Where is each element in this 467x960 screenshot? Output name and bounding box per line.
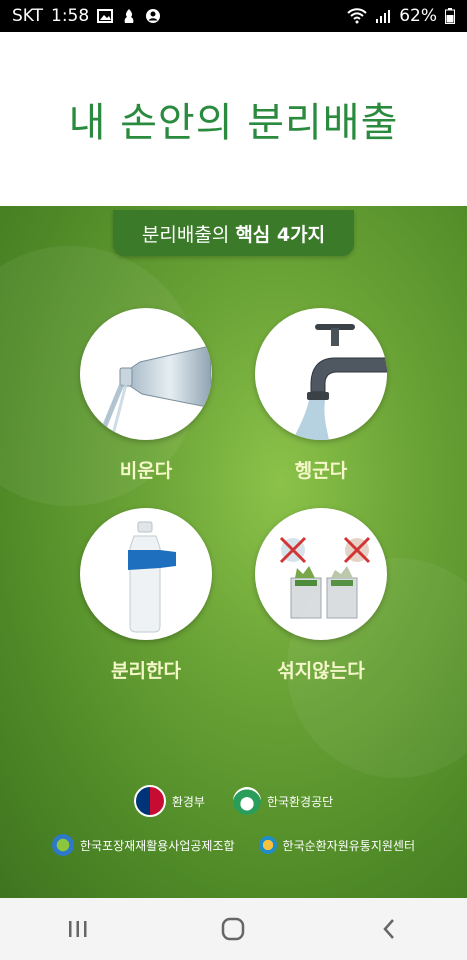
home-icon — [222, 917, 245, 941]
keco-icon — [232, 787, 261, 815]
main-panel: 분리배출의 핵심 4가지 비운다 헹군다 분리한다 섞지않는다 환경부 한국환경… — [0, 206, 467, 898]
logos-row-top: 환경부 한국환경공단 — [0, 785, 467, 817]
home-button[interactable] — [203, 909, 263, 949]
core-badge: 분리배출의 핵심 4가지 — [113, 210, 354, 256]
notification-icon — [121, 8, 137, 24]
carrier-text: SKT — [12, 6, 44, 26]
pouring-bottle-icon — [80, 308, 212, 440]
taegeuk-icon — [133, 785, 166, 817]
back-icon — [383, 919, 395, 939]
step-label: 섞지않는다 — [277, 660, 365, 682]
image-icon — [97, 9, 114, 23]
battery-text: 62% — [399, 6, 437, 26]
status-bar: SKT 1:58 62% — [0, 0, 467, 32]
step-label: 비운다 — [119, 460, 173, 482]
kora-logo: 한국순환자원유통지원센터 — [258, 836, 416, 854]
recent-apps-icon — [68, 921, 87, 937]
battery-icon — [445, 8, 455, 24]
kpra-icon — [51, 834, 74, 856]
header: 내 손안의 분리배출 — [0, 32, 467, 206]
step-separate[interactable]: 분리한다 — [79, 508, 213, 683]
recycle-bins-icon — [255, 508, 387, 640]
badge-prefix: 분리배출의 — [141, 223, 230, 246]
step-no-mix[interactable]: 섞지않는다 — [254, 508, 388, 683]
clock-text: 1:58 — [51, 6, 90, 26]
ministry-logo: 환경부 — [133, 785, 205, 817]
kora-icon — [258, 836, 277, 854]
nav-bar — [0, 898, 467, 960]
account-icon — [145, 8, 161, 24]
faucet-icon — [255, 308, 387, 440]
signal-icon — [375, 9, 391, 23]
kpra-logo: 한국포장재재활용사업공제조합 — [51, 834, 235, 856]
wifi-icon — [347, 8, 367, 24]
step-label: 헹군다 — [294, 460, 348, 482]
step-label: 분리한다 — [111, 660, 181, 682]
badge-bold: 핵심 4가지 — [235, 223, 326, 246]
keco-name: 한국환경공단 — [266, 794, 334, 809]
back-button[interactable] — [359, 909, 419, 949]
ministry-name: 환경부 — [171, 794, 205, 809]
logos-row-bottom: 한국포장재재활용사업공제조합 한국순환자원유통지원센터 — [0, 830, 467, 860]
kora-name: 한국순환자원유통지원센터 — [282, 838, 416, 853]
keco-logo: 한국환경공단 — [232, 787, 334, 815]
bottle-label-icon — [80, 508, 212, 640]
step-rinse[interactable]: 헹군다 — [254, 308, 388, 483]
kpra-name: 한국포장재재활용사업공제조합 — [79, 838, 235, 853]
recent-apps-button[interactable] — [48, 909, 108, 949]
page-title: 내 손안의 분리배출 — [68, 100, 399, 146]
step-empty[interactable]: 비운다 — [79, 308, 213, 483]
